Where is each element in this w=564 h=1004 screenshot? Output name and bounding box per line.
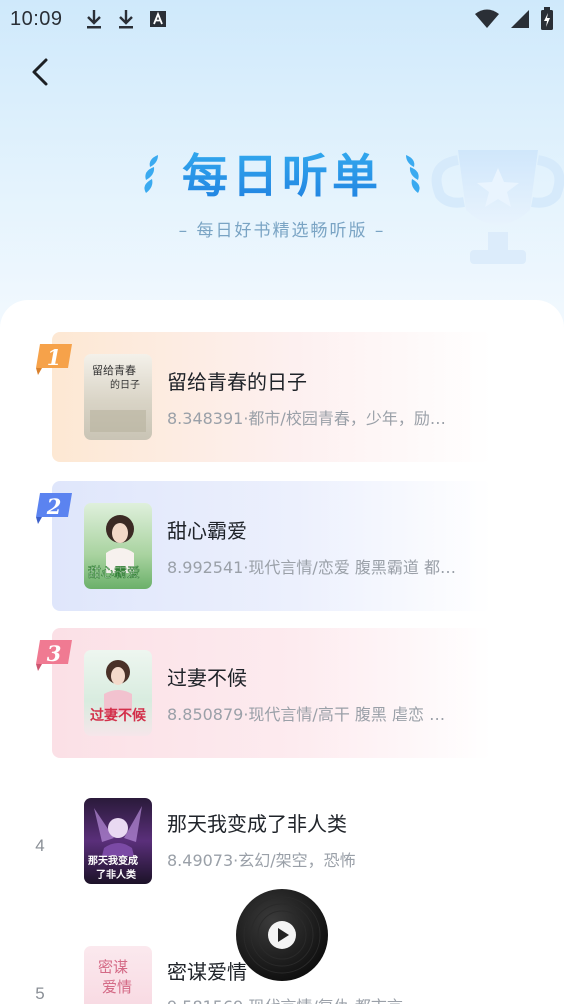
download-icon	[118, 10, 133, 29]
rank-number: 3	[46, 640, 62, 666]
book-meta: 8.348391·都市/校园青春，少年，励…	[167, 409, 446, 428]
svg-text:那天我变成: 那天我变成	[88, 854, 138, 867]
list-item[interactable]: 1 留给青春 的日子 留给青春的日子 8.348391·都市/校园青春，少年，励…	[36, 332, 492, 462]
laurel-left-icon	[144, 155, 158, 193]
cover-art: 留给青春 的日子	[90, 364, 146, 432]
download-icon	[86, 10, 101, 29]
book-cover[interactable]: 那天我变成 了非人类	[84, 798, 152, 884]
book-meta: 9.581569·现代言情/复仇 都市言…	[167, 993, 485, 1004]
book-title: 过妻不候	[167, 666, 247, 690]
book-meta: 8.992541·现代言情/恋爱 腹黑霸道 都…	[167, 558, 456, 577]
status-bar: 10:09	[0, 0, 564, 38]
status-time: 10:09	[10, 7, 63, 30]
svg-text:留给青春: 留给青春	[92, 364, 136, 377]
back-button[interactable]	[22, 52, 62, 92]
cover-art: 那天我变成 了非人类	[88, 806, 142, 881]
rank-number: 1	[46, 344, 62, 370]
text-a-icon	[149, 11, 166, 27]
book-cover: 甜心霸爱	[84, 503, 152, 589]
chevron-left-icon	[32, 58, 48, 86]
list-item[interactable]: 2 甜心霸爱 甜心霸爱 8.992541·现代言情/恋爱 腹黑霸道 都…	[36, 481, 492, 611]
cover-art: 甜心霸爱	[88, 515, 140, 581]
book-meta: 8.850879·现代言情/高干 腹黑 虐恋 …	[167, 705, 446, 724]
rank-number: 5	[35, 984, 45, 1003]
battery-icon	[541, 7, 553, 30]
player-disc-button[interactable]	[235, 888, 329, 982]
laurel-right-icon	[406, 155, 420, 193]
rank-number: 4	[35, 836, 45, 855]
page-title: 每日听单	[182, 140, 382, 206]
cover-art: 密谋 爱情	[98, 958, 132, 996]
wifi-icon	[475, 9, 499, 28]
book-cover: 留给青春 的日子	[84, 354, 152, 440]
signal-icon	[511, 10, 529, 28]
svg-text:的日子: 的日子	[110, 378, 140, 391]
svg-text:爱情: 爱情	[102, 978, 132, 996]
cover-art: 过妻不候	[90, 660, 147, 724]
book-title: 甜心霸爱	[167, 519, 247, 543]
book-cover: 过妻不候	[84, 650, 152, 736]
header-banner: 每日听单 – 每日好书精选畅听版 –	[0, 0, 564, 340]
book-title: 留给青春的日子	[167, 370, 307, 394]
page-subtitle: – 每日好书精选畅听版 –	[178, 221, 386, 241]
book-cover[interactable]: 密谋 爱情	[84, 946, 152, 1004]
svg-text:过妻不候: 过妻不候	[90, 707, 147, 724]
svg-text:密谋: 密谋	[98, 958, 128, 976]
svg-text:甜心霸爱: 甜心霸爱	[88, 565, 140, 581]
book-meta: 8.49073·玄幻/架空，恐怖	[167, 851, 356, 870]
svg-text:了非人类: 了非人类	[96, 868, 136, 881]
list-item[interactable]: 3 过妻不候 过妻不候 8.850879·现代言情/高干 腹黑 虐恋 …	[36, 628, 492, 758]
book-title[interactable]: 那天我变成了非人类	[167, 808, 347, 837]
rank-number: 2	[46, 493, 62, 519]
